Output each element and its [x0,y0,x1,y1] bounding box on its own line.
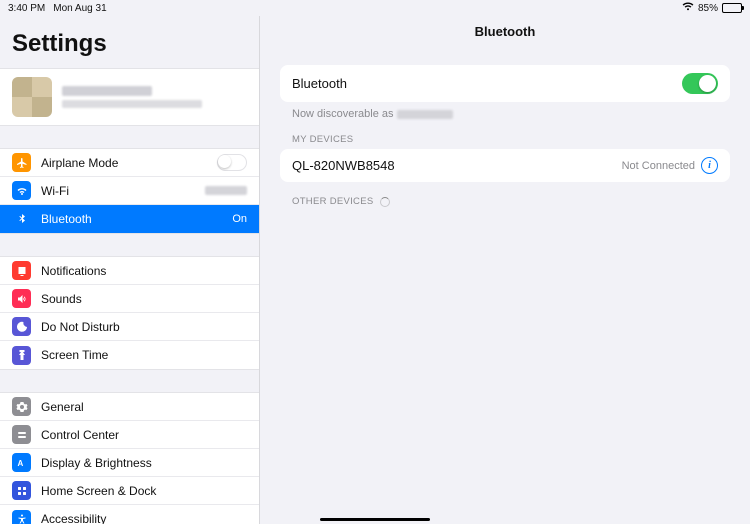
my-devices-header: MY DEVICES [292,134,718,145]
bluetooth-toggle[interactable] [682,73,718,94]
device-info-button[interactable]: i [701,157,718,174]
dnd-label: Do Not Disturb [41,320,247,334]
row-display-brightness[interactable]: A Display & Brightness [0,449,259,477]
control-center-icon [12,425,31,444]
row-accessibility[interactable]: Accessibility [0,505,259,524]
accessibility-label: Accessibility [41,512,247,524]
screen-time-icon [12,346,31,365]
display-label: Display & Brightness [41,456,247,470]
home-dock-label: Home Screen & Dock [41,484,247,498]
app-title: Settings [0,16,259,68]
notifications-icon [12,261,31,280]
status-bar: 3:40 PM Mon Aug 31 85% [0,0,750,16]
row-wifi[interactable]: Wi-Fi [0,177,259,205]
general-label: General [41,400,247,414]
apple-id-row[interactable] [0,68,259,126]
bluetooth-row-icon [12,210,31,229]
device-row[interactable]: QL-820NWB8548 Not Connected i [280,149,730,182]
wifi-icon [682,2,694,14]
screen-time-label: Screen Time [41,348,247,362]
row-bluetooth[interactable]: Bluetooth On [0,205,259,233]
airplane-icon [12,153,31,172]
row-control-center[interactable]: Control Center [0,421,259,449]
discoverable-text: Now discoverable as [292,108,718,120]
bluetooth-value: On [232,213,247,225]
svg-text:A: A [17,459,23,468]
detail-pane: Bluetooth Bluetooth Now discoverable as … [260,16,750,524]
general-icon [12,397,31,416]
row-notifications[interactable]: Notifications [0,257,259,285]
page-title: Bluetooth [260,24,750,39]
control-center-label: Control Center [41,428,247,442]
airplane-toggle[interactable] [217,154,247,171]
scanning-spinner [380,197,390,207]
settings-sidebar: Settings Airplane Mode Wi-Fi [0,16,260,524]
home-indicator[interactable] [320,518,430,522]
device-status: Not Connected [622,160,695,172]
profile-subtitle-redacted [62,100,202,108]
wifi-row-icon [12,181,31,200]
bluetooth-label: Bluetooth [41,212,222,226]
airplane-label: Airplane Mode [41,156,207,170]
bluetooth-toggle-row: Bluetooth [280,65,730,102]
sounds-label: Sounds [41,292,247,306]
row-home-screen-dock[interactable]: Home Screen & Dock [0,477,259,505]
wifi-value [205,185,247,197]
battery-pct: 85% [698,3,718,14]
other-devices-header: OTHER DEVICES [292,196,718,207]
device-name: QL-820NWB8548 [292,158,395,173]
status-date: Mon Aug 31 [53,3,106,14]
bluetooth-toggle-label: Bluetooth [292,76,347,91]
notifications-label: Notifications [41,264,247,278]
status-time: 3:40 PM [8,3,45,14]
display-icon: A [12,453,31,472]
profile-name-redacted [62,86,152,96]
home-dock-icon [12,481,31,500]
row-sounds[interactable]: Sounds [0,285,259,313]
battery-icon [722,3,742,13]
avatar [12,77,52,117]
sounds-icon [12,289,31,308]
dnd-icon [12,317,31,336]
accessibility-icon [12,510,31,524]
row-airplane-mode[interactable]: Airplane Mode [0,149,259,177]
row-screen-time[interactable]: Screen Time [0,341,259,369]
row-dnd[interactable]: Do Not Disturb [0,313,259,341]
row-general[interactable]: General [0,393,259,421]
wifi-label: Wi-Fi [41,184,195,198]
